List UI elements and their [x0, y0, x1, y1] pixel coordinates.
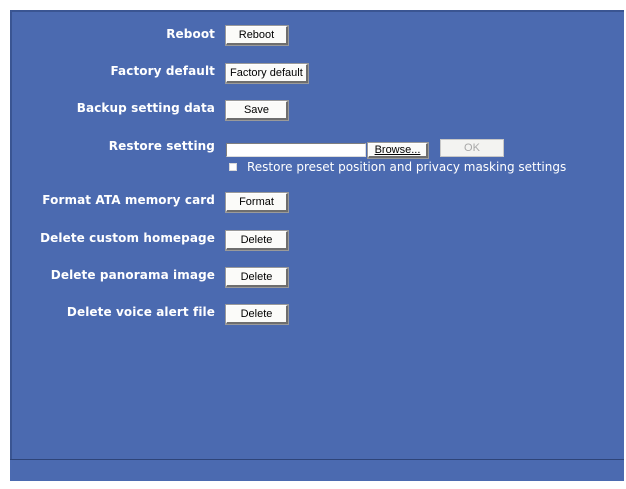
delete-voice-button[interactable]: Delete — [225, 304, 289, 325]
ok-button[interactable]: OK — [440, 139, 504, 157]
factory-default-label: Factory default — [110, 64, 215, 78]
backup-setting-label: Backup setting data — [76, 101, 215, 115]
restore-setting-label: Restore setting — [108, 139, 215, 153]
delete-voice-label: Delete voice alert file — [66, 305, 215, 319]
save-button[interactable]: Save — [225, 100, 289, 121]
restore-preset-checkbox-label: Restore preset position and privacy mask… — [247, 160, 567, 174]
format-card-label: Format ATA memory card — [42, 193, 215, 207]
reboot-button[interactable]: Reboot — [225, 25, 289, 46]
restore-file-input[interactable] — [226, 143, 366, 157]
delete-homepage-label: Delete custom homepage — [40, 231, 215, 245]
delete-panorama-button[interactable]: Delete — [225, 267, 289, 288]
delete-panorama-label: Delete panorama image — [50, 268, 215, 282]
delete-homepage-button[interactable]: Delete — [225, 230, 289, 251]
browse-button[interactable]: Browse... — [367, 142, 429, 159]
restore-preset-checkbox[interactable] — [229, 163, 237, 171]
factory-default-button[interactable]: Factory default — [225, 63, 309, 84]
browse-button-label: Browse... — [374, 144, 421, 156]
status-bar — [10, 459, 624, 481]
format-button[interactable]: Format — [225, 192, 289, 213]
reboot-label: Reboot — [166, 27, 215, 41]
